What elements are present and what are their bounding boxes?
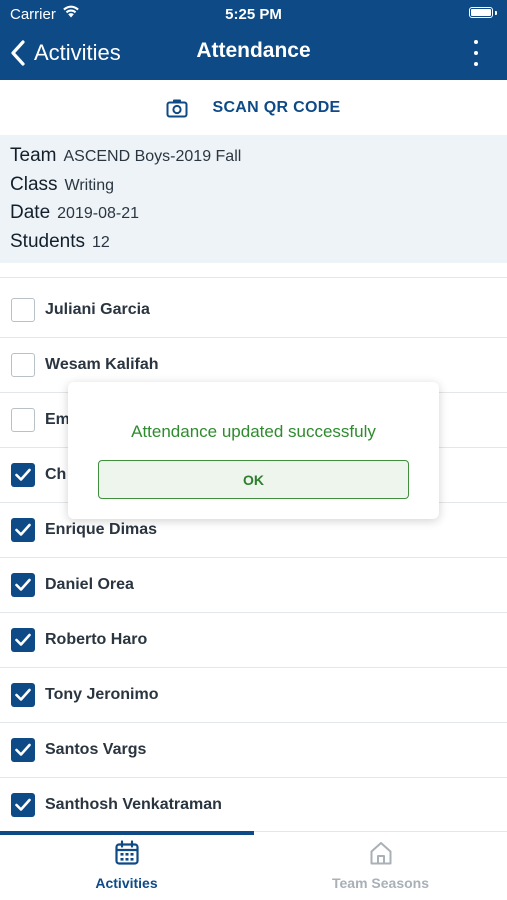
- battery-cap: [495, 11, 497, 15]
- student-name: Wesam Kalifah: [45, 356, 159, 373]
- scan-qr-button[interactable]: SCAN QR CODE: [0, 80, 507, 135]
- team-row: Team ASCEND Boys-2019 Fall: [10, 145, 497, 174]
- students-key: Students: [10, 230, 85, 252]
- page-title: Attendance: [196, 39, 311, 62]
- student-row[interactable]: Tony Jeronimo: [0, 668, 507, 723]
- student-name: Juliani Garcia: [45, 301, 150, 318]
- student-row[interactable]: Santhosh Venkatraman: [0, 778, 507, 833]
- dialog-message: Attendance updated successfuly: [131, 422, 376, 441]
- student-name: Enrique Dimas: [45, 521, 158, 538]
- students-value: 12: [92, 233, 110, 251]
- scan-qr-label: SCAN QR CODE: [212, 98, 341, 116]
- checkmark-icon: [15, 578, 31, 591]
- student-name: Roberto Haro: [45, 631, 148, 648]
- date-key: Date: [10, 202, 51, 223]
- attendance-checkbox-checked[interactable]: [11, 793, 35, 817]
- checkmark-icon: [15, 633, 31, 646]
- student-row[interactable]: Daniel Orea: [0, 558, 507, 613]
- student-list: Juliani Garcia Wesam Kalifah Em Ch Enriq…: [0, 263, 507, 833]
- date-value: 2019-08-21: [57, 205, 139, 222]
- team-value: ASCEND Boys-2019 Fall: [63, 148, 242, 165]
- active-tab-indicator: [0, 831, 254, 835]
- attendance-checkbox[interactable]: [11, 353, 35, 377]
- checkmark-icon: [15, 523, 31, 536]
- student-name: Daniel Orea: [45, 576, 134, 593]
- tab-team-seasons[interactable]: Team Seasons: [254, 840, 507, 900]
- tab-team-seasons-label: Team Seasons: [331, 875, 429, 891]
- ok-button[interactable]: OK: [98, 460, 409, 499]
- class-row: Class Writing: [10, 174, 497, 203]
- success-dialog: Attendance updated successfuly OK: [68, 382, 439, 519]
- student-row[interactable]: Roberto Haro: [0, 613, 507, 668]
- student-name: Em: [45, 411, 70, 428]
- attendance-checkbox-checked[interactable]: [11, 463, 35, 487]
- team-key: Team: [10, 145, 57, 166]
- class-value: Writing: [64, 176, 115, 194]
- nav-bar: Activities Attendance: [0, 36, 507, 70]
- checkmark-icon: [15, 688, 31, 701]
- student-name: Ch: [45, 466, 67, 483]
- status-bar: Carrier 5:25 PM: [0, 0, 507, 30]
- app-header: Carrier 5:25 PM Activities Attendance: [0, 0, 507, 80]
- class-key: Class: [10, 173, 58, 195]
- attendance-checkbox-checked[interactable]: [11, 738, 35, 762]
- student-name: Santos Vargs: [45, 741, 147, 758]
- students-row: Students 12: [10, 231, 497, 260]
- checkmark-icon: [15, 798, 31, 811]
- student-row[interactable]: Juliani Garcia: [0, 283, 507, 338]
- checkmark-icon: [15, 743, 31, 756]
- home-icon: [370, 842, 391, 865]
- attendance-checkbox[interactable]: [11, 408, 35, 432]
- attendance-checkbox-checked[interactable]: [11, 573, 35, 597]
- checkmark-icon: [15, 468, 31, 481]
- attendance-checkbox-checked[interactable]: [11, 628, 35, 652]
- date-row: Date 2019-08-21: [10, 202, 497, 231]
- student-name: Santhosh Venkatraman: [45, 796, 222, 813]
- status-time: 5:25 PM: [225, 6, 282, 23]
- calendar-icon: [114, 840, 139, 865]
- attendance-checkbox-checked[interactable]: [11, 683, 35, 707]
- student-row[interactable]: Santos Vargs: [0, 723, 507, 778]
- attendance-checkbox[interactable]: [11, 298, 35, 322]
- battery-icon: [469, 7, 493, 18]
- tab-activities[interactable]: Activities: [0, 840, 253, 900]
- attendance-checkbox-checked[interactable]: [11, 518, 35, 542]
- more-options-icon[interactable]: [471, 40, 481, 66]
- camera-icon: [166, 99, 188, 117]
- tab-bar: Activities Team Seasons: [0, 831, 507, 900]
- student-name: Tony Jeronimo: [45, 686, 159, 703]
- student-row[interactable]: [0, 263, 507, 278]
- tab-activities-label: Activities: [95, 875, 158, 891]
- class-info-panel: Team ASCEND Boys-2019 Fall Class Writing…: [0, 135, 507, 263]
